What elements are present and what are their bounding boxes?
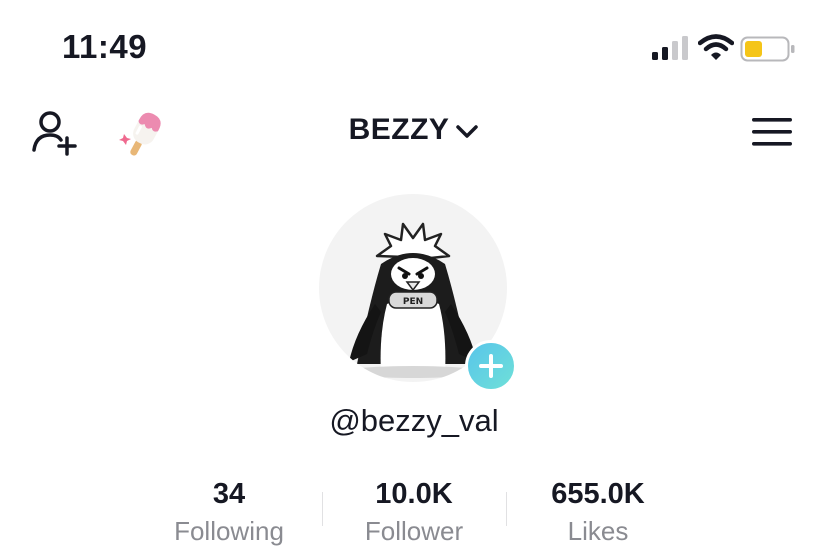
follower-label[interactable]: Follower bbox=[324, 516, 504, 547]
likes-count: 655.0K bbox=[551, 478, 645, 510]
stats-divider bbox=[506, 492, 507, 526]
follow-plus-button[interactable] bbox=[465, 340, 517, 392]
likes-label: Likes bbox=[567, 516, 629, 546]
cellular-signal-icon bbox=[652, 36, 688, 60]
stats-divider bbox=[322, 492, 323, 526]
chevron-down-icon bbox=[456, 125, 479, 138]
profile-username-dropdown[interactable]: BEZZY bbox=[0, 113, 828, 147]
collar-tag-text: PEN bbox=[403, 297, 423, 307]
profile-handle: @bezzy_val bbox=[329, 403, 499, 438]
plus-icon bbox=[479, 354, 503, 378]
following-label[interactable]: Following bbox=[139, 516, 319, 547]
wifi-icon bbox=[698, 34, 734, 60]
following-count[interactable]: 34 bbox=[139, 478, 319, 511]
battery-icon bbox=[740, 36, 795, 62]
status-time: 11:49 bbox=[62, 28, 148, 65]
hamburger-icon[interactable] bbox=[752, 116, 792, 148]
follower-count[interactable]: 10.0K bbox=[324, 478, 504, 511]
username-label: BEZZY bbox=[348, 113, 450, 146]
